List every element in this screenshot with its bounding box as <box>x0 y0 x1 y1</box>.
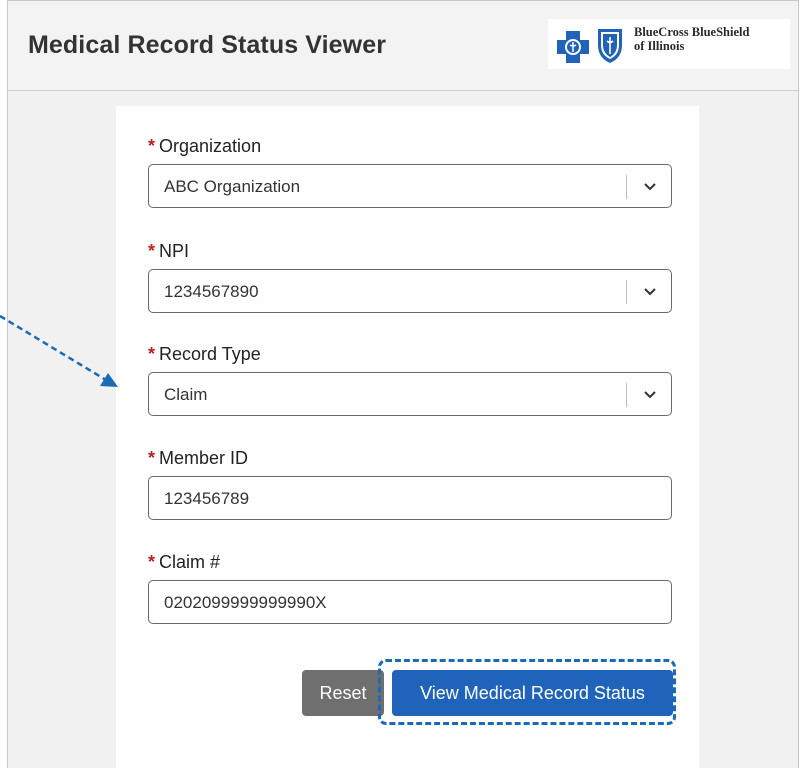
submit-highlight-box <box>378 659 676 725</box>
annotation-arrow <box>0 314 118 387</box>
